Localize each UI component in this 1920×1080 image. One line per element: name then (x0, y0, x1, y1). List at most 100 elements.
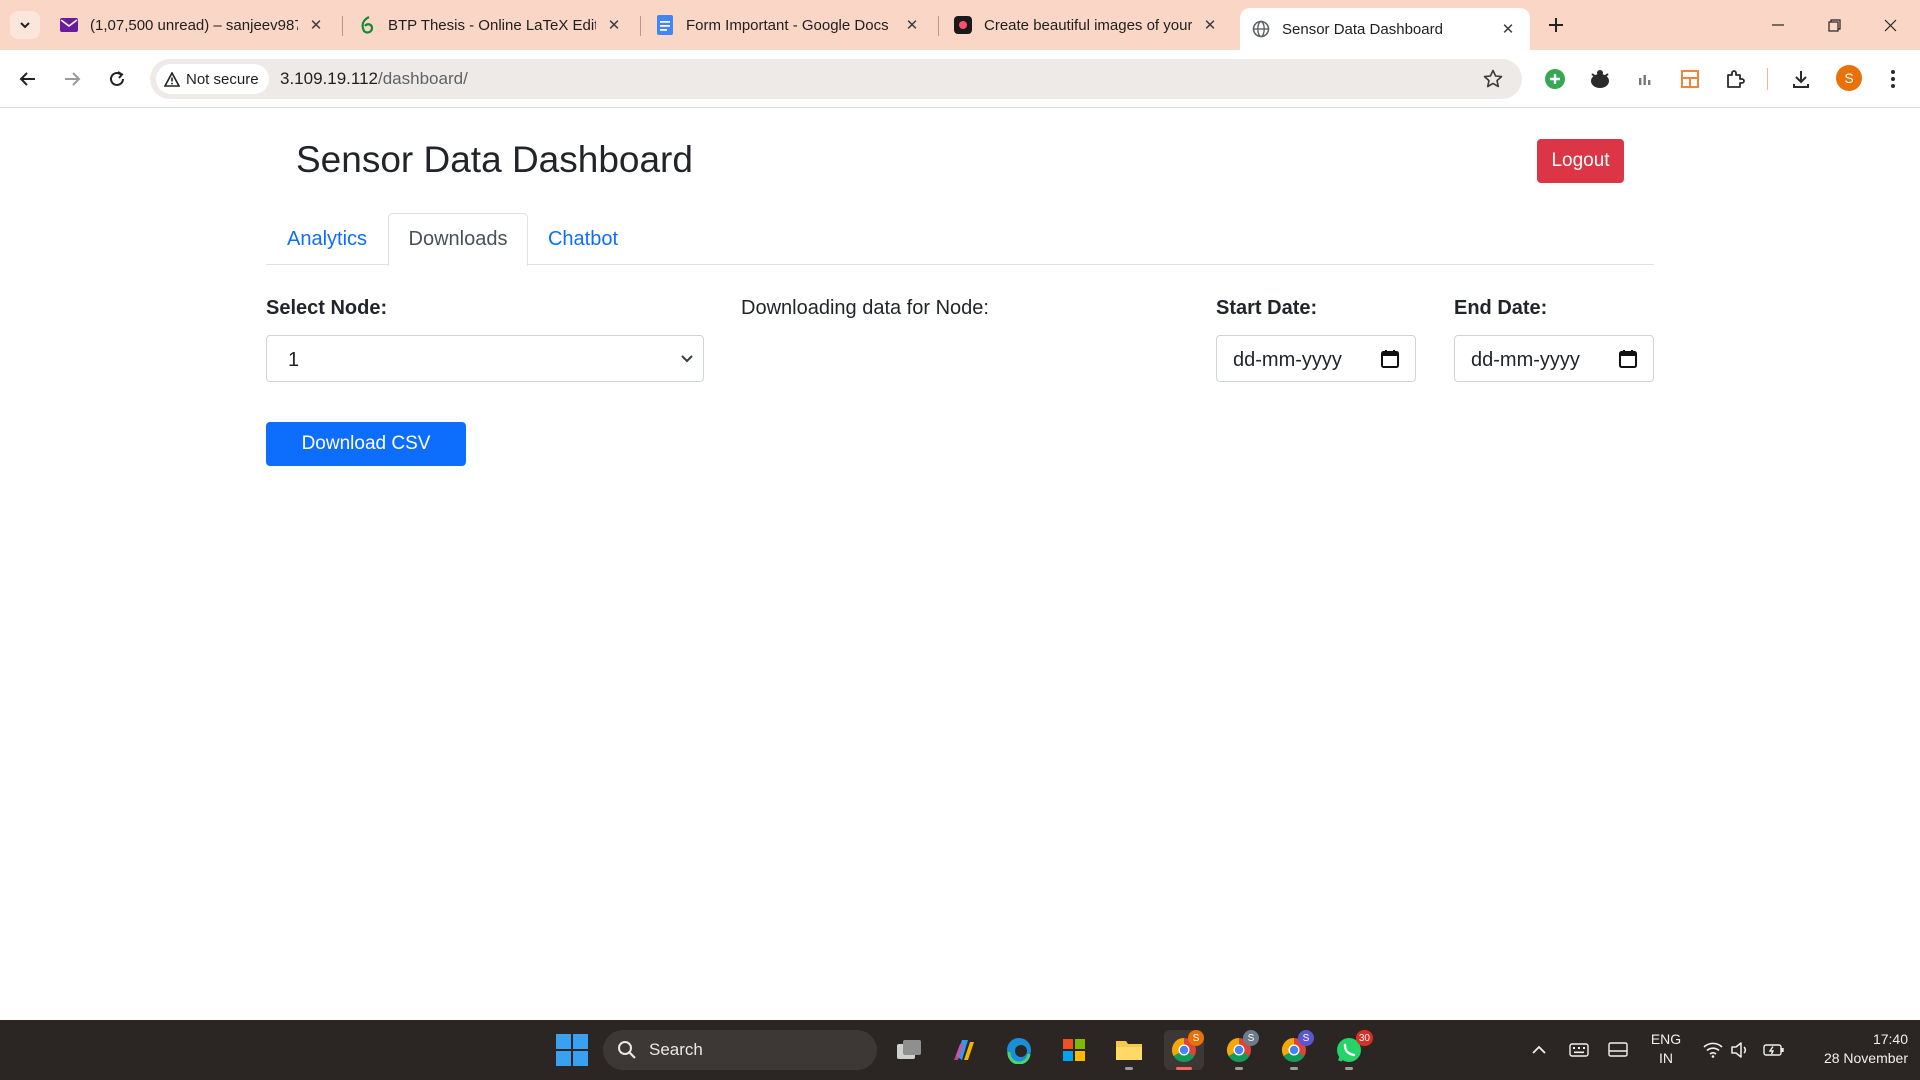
more-menu-icon[interactable] (1879, 65, 1907, 93)
start-date-input[interactable]: dd-mm-yyyy (1216, 335, 1416, 382)
tab-ray-so[interactable]: Create beautiful images of your ✕ (942, 8, 1232, 42)
whatsapp-app[interactable]: 30 (1329, 1030, 1373, 1070)
chrome-app-3[interactable]: S (1274, 1030, 1314, 1070)
taskbar: Search S S S 30 ENG IN 17:40 28 November (0, 1020, 1920, 1080)
chrome-app-1[interactable]: S (1164, 1030, 1204, 1070)
security-label: Not secure (186, 70, 259, 88)
profile-badge: S (1188, 1030, 1204, 1046)
close-tab-icon[interactable]: ✕ (1200, 15, 1220, 35)
task-view-icon[interactable] (889, 1030, 929, 1070)
url-path: /dashboard/ (378, 69, 468, 88)
microsoft-store-icon[interactable] (1054, 1030, 1094, 1070)
mail-icon (60, 16, 78, 34)
tab-sensor-dashboard[interactable]: Sensor Data Dashboard ✕ (1240, 8, 1530, 50)
new-tab-button[interactable] (1540, 12, 1572, 38)
logout-button[interactable]: Logout (1537, 139, 1624, 183)
back-button[interactable] (12, 63, 44, 95)
arrow-left-icon (19, 72, 35, 86)
edge-icon[interactable] (999, 1030, 1039, 1070)
extension-bug-icon[interactable] (1586, 65, 1614, 93)
tab-downloads[interactable]: Downloads (388, 213, 528, 266)
profile-badge: S (1243, 1030, 1259, 1046)
node-select-value: 1 (288, 349, 300, 371)
running-indicator (1176, 1067, 1192, 1070)
language-indicator[interactable]: ENG IN (1646, 1030, 1686, 1068)
calendar-icon[interactable] (1381, 349, 1399, 368)
close-tab-icon[interactable]: ✕ (1498, 19, 1518, 39)
reload-button[interactable] (101, 63, 133, 95)
chrome-app-2[interactable]: S (1219, 1030, 1259, 1070)
browser-toolbar: Not secure 3.109.19.112/dashboard/ S (0, 50, 1920, 108)
close-icon (1884, 19, 1896, 31)
tab-title: Create beautiful images of your (984, 16, 1192, 34)
clock-date: 28 November (1823, 1050, 1908, 1066)
close-tab-icon[interactable]: ✕ (306, 15, 326, 35)
minimize-icon (1772, 24, 1784, 26)
url-host: 3.109.19.112 (280, 69, 378, 88)
node-select[interactable]: 1 (266, 335, 704, 382)
close-tab-icon[interactable]: ✕ (902, 15, 922, 35)
calendar-icon[interactable] (1619, 349, 1637, 368)
dashboard-tabs: Analytics Downloads Chatbot (266, 213, 1654, 266)
tab-title: BTP Thesis - Online LaTeX Editor (388, 16, 596, 34)
region-code: IN (1659, 1050, 1673, 1066)
profile-badge: S (1298, 1030, 1314, 1046)
reload-icon (110, 71, 124, 86)
tab-separator (938, 16, 939, 36)
select-node-label: Select Node: (266, 297, 388, 319)
extension-layout-icon[interactable] (1676, 65, 1704, 93)
battery-icon[interactable] (1760, 1036, 1788, 1064)
tab-title: Sensor Data Dashboard (1282, 20, 1443, 38)
profile-avatar[interactable]: S (1836, 65, 1862, 91)
tab-separator (342, 16, 343, 36)
tab-analytics[interactable]: Analytics (266, 213, 388, 265)
clock-time: 17:40 (1872, 1031, 1908, 1047)
restore-icon (1827, 18, 1841, 32)
notification-badge: 30 (1355, 1030, 1373, 1046)
close-window-button[interactable] (1866, 8, 1914, 42)
tab-overleaf[interactable]: BTP Thesis - Online LaTeX Editor ✕ (346, 8, 636, 42)
extensions-puzzle-icon[interactable] (1721, 65, 1749, 93)
downloading-info-label: Downloading data for Node: (741, 297, 989, 319)
volume-icon[interactable] (1726, 1036, 1754, 1064)
search-icon (617, 1040, 637, 1060)
chevron-down-icon (20, 22, 30, 29)
end-date-input[interactable]: dd-mm-yyyy (1454, 335, 1654, 382)
url-text[interactable]: 3.109.19.112/dashboard/ (280, 69, 468, 89)
docs-icon (656, 15, 674, 35)
copilot-icon[interactable] (944, 1030, 984, 1070)
tab-google-docs[interactable]: Form Important - Google Docs ✕ (644, 8, 934, 42)
security-chip[interactable]: Not secure (156, 64, 269, 94)
page-content: Sensor Data Dashboard Logout Analytics D… (0, 109, 1920, 1020)
extension-add-icon[interactable] (1541, 65, 1569, 93)
chevron-up-icon[interactable] (1525, 1036, 1553, 1064)
file-explorer-icon[interactable] (1109, 1030, 1149, 1070)
windows-start-icon[interactable] (556, 1034, 588, 1066)
tab-chatbot[interactable]: Chatbot (528, 213, 638, 265)
keyboard-icon[interactable] (1565, 1036, 1593, 1064)
tab-search-button[interactable] (10, 11, 40, 39)
language-code: ENG (1650, 1031, 1682, 1047)
start-date-label: Start Date: (1216, 297, 1318, 319)
download-csv-button[interactable]: Download CSV (266, 422, 466, 466)
forward-button[interactable] (56, 63, 88, 95)
running-indicator (1290, 1067, 1298, 1070)
end-date-placeholder: dd-mm-yyyy (1471, 349, 1580, 371)
warning-icon (164, 71, 180, 87)
start-date-placeholder: dd-mm-yyyy (1233, 349, 1342, 371)
system-clock[interactable]: 17:40 28 November (1796, 1030, 1908, 1068)
address-bar[interactable]: Not secure 3.109.19.112/dashboard/ (150, 59, 1522, 99)
tab-gmail[interactable]: (1,07,500 unread) – sanjeev9870 ✕ (48, 8, 338, 42)
display-icon[interactable] (1604, 1036, 1632, 1064)
wifi-icon[interactable] (1699, 1036, 1727, 1064)
ray-icon (954, 16, 972, 34)
tab-separator (640, 16, 641, 36)
minimize-button[interactable] (1754, 8, 1802, 42)
bookmark-star-icon[interactable] (1482, 68, 1504, 90)
taskbar-search[interactable]: Search (603, 1030, 877, 1070)
running-indicator (1125, 1067, 1133, 1070)
restore-button[interactable] (1810, 8, 1858, 42)
close-tab-icon[interactable]: ✕ (604, 15, 624, 35)
download-icon[interactable] (1787, 65, 1815, 93)
extension-bars-icon[interactable] (1631, 65, 1659, 93)
